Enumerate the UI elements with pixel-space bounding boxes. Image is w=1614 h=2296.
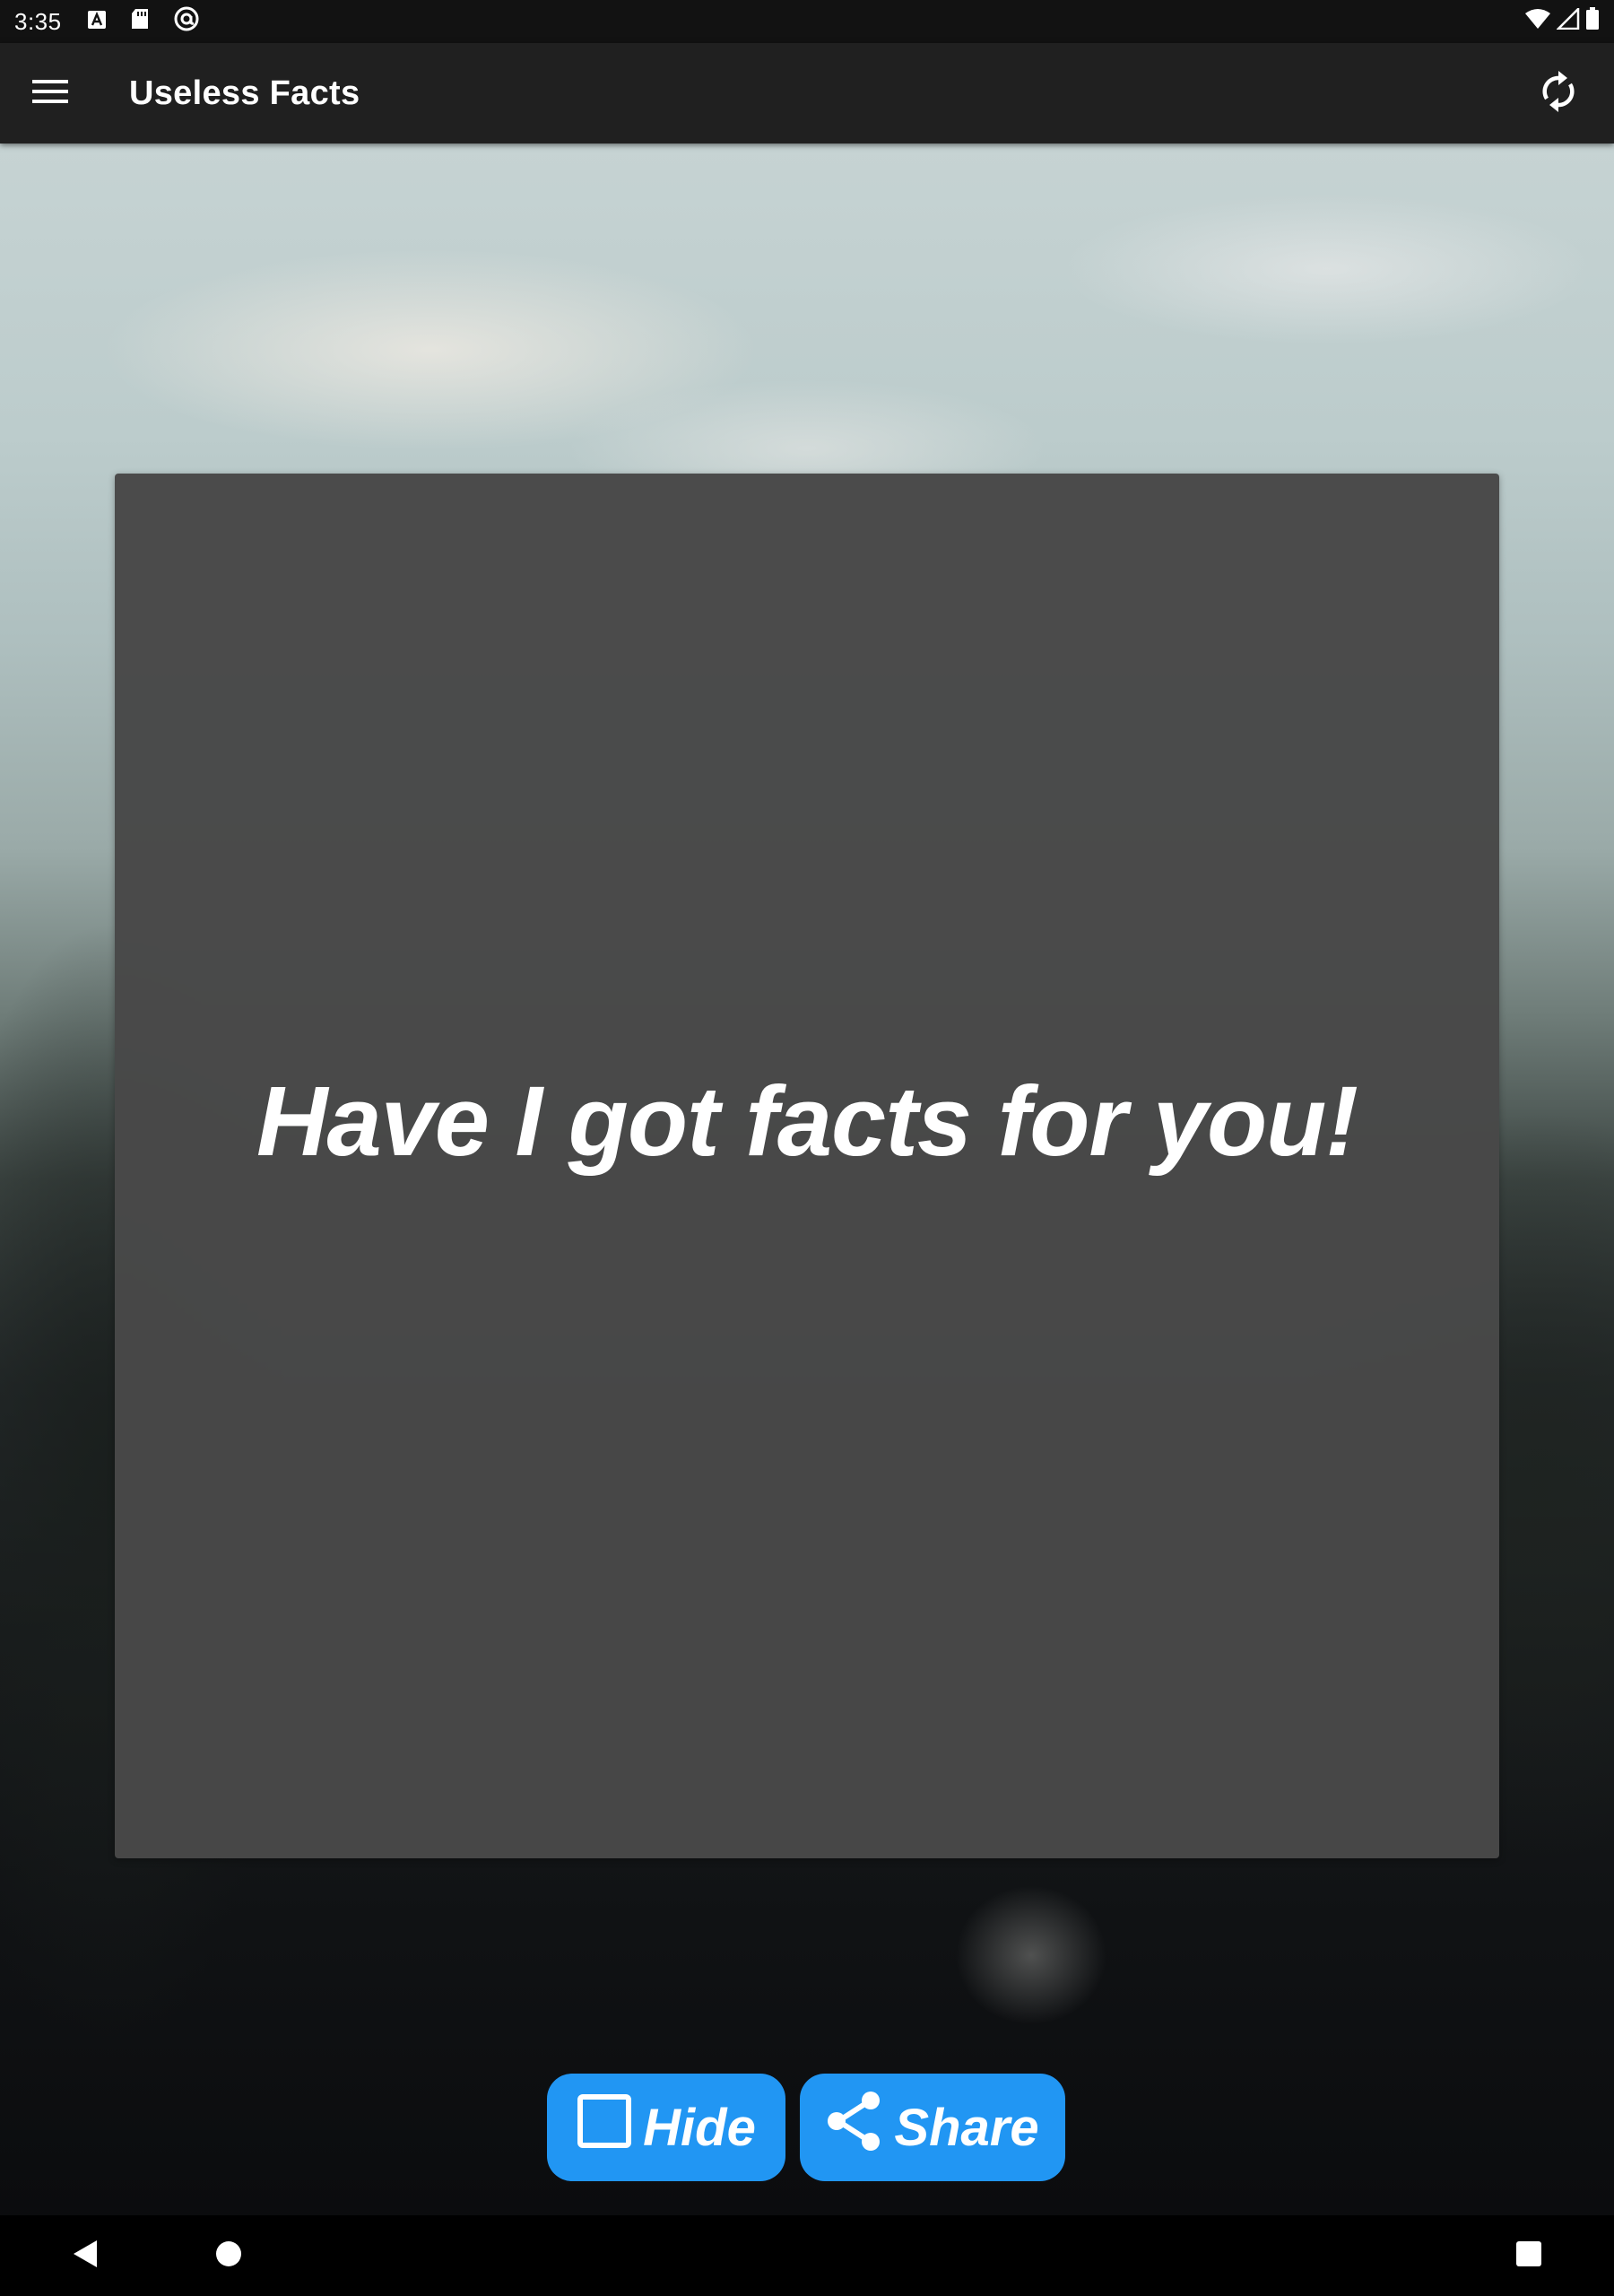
status-right-icons	[1524, 0, 1600, 43]
sd-card-icon	[130, 8, 150, 36]
wifi-icon	[1524, 8, 1551, 36]
navigation-bar	[0, 2215, 1614, 2296]
status-bar: 3:35	[0, 0, 1614, 43]
fact-card: Have I got facts for you!	[115, 474, 1499, 1858]
checkbox-outline-icon	[577, 2093, 632, 2161]
battery-icon	[1585, 6, 1600, 37]
back-icon	[72, 2239, 99, 2274]
refresh-icon	[1540, 70, 1576, 117]
hide-button[interactable]: Hide	[547, 2074, 785, 2181]
background-light-spot	[915, 1848, 1148, 2063]
a-badge-icon	[87, 8, 107, 36]
screen: 3:35 Useless Facts Have I got facts for …	[0, 0, 1614, 2296]
share-icon	[826, 2091, 883, 2164]
fact-text: Have I got facts for you!	[256, 1065, 1358, 1177]
hamburger-menu-icon	[32, 78, 68, 109]
menu-button[interactable]	[0, 43, 100, 144]
nav-back-button[interactable]	[45, 2215, 126, 2296]
home-icon	[214, 2239, 243, 2273]
at-sign-icon	[173, 5, 200, 39]
action-buttons: Hide Share	[0, 2074, 1614, 2181]
nav-home-button[interactable]	[188, 2215, 269, 2296]
refresh-button[interactable]	[1515, 43, 1601, 144]
signal-icon	[1555, 5, 1580, 36]
share-button-label: Share	[894, 2098, 1039, 2157]
recents-icon	[1515, 2240, 1542, 2272]
status-left-icons	[87, 5, 200, 39]
share-button[interactable]: Share	[800, 2074, 1065, 2181]
app-bar: Useless Facts	[0, 43, 1614, 144]
status-time: 3:35	[14, 7, 62, 35]
nav-recents-button[interactable]	[1488, 2215, 1569, 2296]
hide-button-label: Hide	[643, 2098, 756, 2157]
app-title: Useless Facts	[129, 74, 360, 112]
